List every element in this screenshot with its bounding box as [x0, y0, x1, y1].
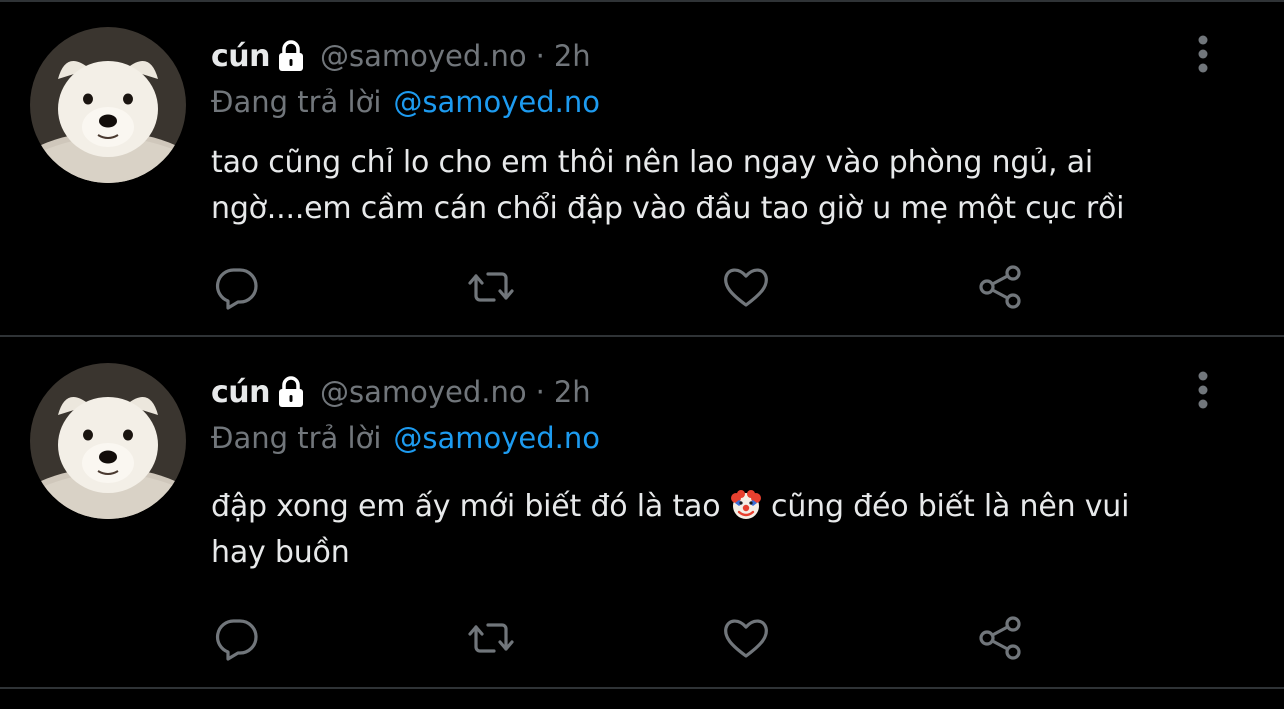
user-handle[interactable]: @samoyed.no — [320, 375, 527, 409]
replying-to: Đang trả lời @samoyed.no — [211, 82, 600, 122]
reply-icon[interactable] — [212, 262, 262, 312]
clown-face-emoji — [730, 489, 762, 521]
tweet[interactable]: cún @samoyed.no · 2h Đang trả lời @samoy… — [0, 0, 1284, 336]
tweet-text: đập xong em ấy mới biết đó là tao cũng đ… — [211, 484, 1221, 576]
tweet-header: cún @samoyed.no · 2h — [211, 36, 591, 76]
tweet-header: cún @samoyed.no · 2h — [211, 372, 591, 412]
more-vertical-icon[interactable] — [1188, 35, 1218, 75]
share-icon[interactable] — [976, 262, 1026, 312]
lock-icon — [276, 375, 306, 409]
timestamp[interactable]: 2h — [554, 39, 591, 73]
separator-dot: · — [535, 375, 545, 409]
reply-icon[interactable] — [212, 613, 262, 663]
retweet-icon[interactable] — [466, 613, 516, 663]
tweet[interactable]: cún @samoyed.no · 2h Đang trả lời @samoy… — [0, 337, 1284, 687]
separator-dot: · — [535, 39, 545, 73]
timestamp[interactable]: 2h — [554, 375, 591, 409]
like-icon[interactable] — [721, 613, 771, 663]
tweet-text-line: hay buồn — [211, 535, 350, 570]
tweet-text-segment: đập xong em ấy mới biết đó là tao — [211, 489, 730, 524]
replying-to: Đang trả lời @samoyed.no — [211, 418, 600, 458]
tweet-text: tao cũng chỉ lo cho em thôi nên lao ngay… — [211, 140, 1221, 232]
tweet-text-line: tao cũng chỉ lo cho em thôi nên lao ngay… — [211, 145, 1094, 180]
samoyed-avatar-image — [30, 363, 186, 519]
divider — [0, 687, 1284, 689]
timeline: cún @samoyed.no · 2h Đang trả lời @samoy… — [0, 0, 1284, 709]
more-vertical-icon[interactable] — [1188, 371, 1218, 411]
share-icon[interactable] — [976, 613, 1026, 663]
tweet-text-line: đập xong em ấy mới biết đó là tao cũng đ… — [211, 484, 1221, 530]
retweet-icon[interactable] — [466, 262, 516, 312]
samoyed-avatar-image — [30, 27, 186, 183]
reply-to-link[interactable]: @samoyed.no — [393, 421, 600, 455]
tweet-text-segment: cũng đéo biết là nên vui — [761, 489, 1130, 524]
avatar[interactable] — [30, 27, 186, 183]
avatar[interactable] — [30, 363, 186, 519]
reply-prefix: Đang trả lời — [211, 421, 382, 455]
reply-prefix: Đang trả lời — [211, 85, 382, 119]
tweet-text-line: ngờ....em cầm cán chổi đập vào đầu tao g… — [211, 191, 1125, 226]
reply-to-link[interactable]: @samoyed.no — [393, 85, 600, 119]
like-icon[interactable] — [721, 262, 771, 312]
lock-icon — [276, 39, 306, 73]
user-handle[interactable]: @samoyed.no — [320, 39, 527, 73]
display-name[interactable]: cún — [211, 375, 271, 410]
display-name[interactable]: cún — [211, 39, 271, 74]
